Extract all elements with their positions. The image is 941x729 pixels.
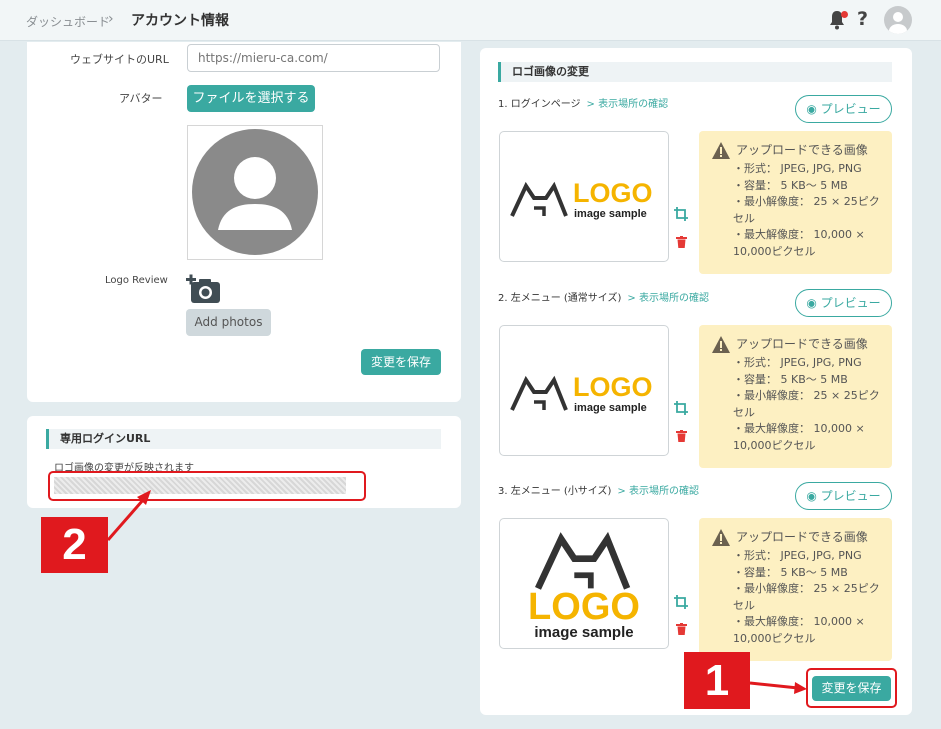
annotation-arrow-2 [106,490,151,541]
annotation-badge-2: 2 [41,517,108,573]
annotation-badge-1: 1 [684,652,750,709]
annotation-arrow-1 [749,681,807,694]
annotation-arrows [106,490,807,694]
